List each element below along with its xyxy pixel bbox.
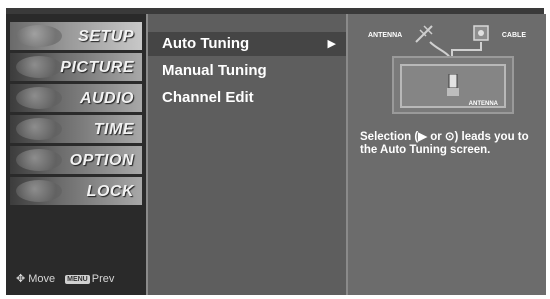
menu-key-badge: MENU <box>65 275 90 284</box>
nav-item-label: SETUP <box>78 28 134 45</box>
submenu-item-manual-tuning[interactable]: Manual Tuning <box>148 59 346 83</box>
tv-connector-box: ANTENNA <box>392 56 514 114</box>
setup-icon <box>16 25 62 47</box>
right-arrow-icon: ▶ <box>327 38 336 50</box>
nav-item-label: LOCK <box>86 183 134 200</box>
move-hint-label: Move <box>28 273 56 285</box>
tv-osd-menu: SETUP PICTURE AUDIO TIME OPTION LOCK ✥ Mo… <box>6 8 546 295</box>
nav-item-setup[interactable]: SETUP <box>10 22 142 50</box>
nav-item-label: PICTURE <box>60 59 134 76</box>
nav-item-label: OPTION <box>69 152 134 169</box>
nav-item-lock[interactable]: LOCK <box>10 177 142 205</box>
info-panel: ANTENNA CABLE ANTENNA Selection (▶ or ⊙)… <box>346 14 546 295</box>
nav-item-option[interactable]: OPTION <box>10 146 142 174</box>
submenu-item-auto-tuning[interactable]: Auto Tuning ▶ <box>148 32 346 56</box>
four-way-arrow-icon: ✥ <box>16 273 26 285</box>
help-text: Selection (▶ or ⊙) leads you to the Auto… <box>360 131 529 156</box>
nav-item-picture[interactable]: PICTURE <box>10 53 142 81</box>
clock-icon <box>16 118 62 140</box>
submenu-item-label: Manual Tuning <box>162 62 267 79</box>
tv-connector-inner: ANTENNA <box>400 64 506 108</box>
nav-item-label: TIME <box>93 121 134 138</box>
nav-footer-hint: ✥ Move MENU Prev <box>16 272 114 285</box>
audio-icon <box>16 87 62 109</box>
nav-item-time[interactable]: TIME <box>10 115 142 143</box>
submenu-item-channel-edit[interactable]: Channel Edit <box>148 86 346 110</box>
submenu-item-label: Auto Tuning <box>162 35 250 52</box>
submenu-item-label: Channel Edit <box>162 89 254 106</box>
setup-submenu: Auto Tuning ▶ Manual Tuning Channel Edit <box>148 14 346 295</box>
antenna-cable-diagram: ANTENNA CABLE ANTENNA <box>360 22 534 118</box>
main-menu-sidebar: SETUP PICTURE AUDIO TIME OPTION LOCK ✥ Mo… <box>6 14 148 295</box>
plug-icon <box>447 74 459 96</box>
prev-hint-label: Prev <box>91 273 115 285</box>
picture-icon <box>16 56 62 78</box>
nav-item-label: AUDIO <box>79 90 134 107</box>
nav-item-audio[interactable]: AUDIO <box>10 84 142 112</box>
tv-antenna-label: ANTENNA <box>468 101 498 107</box>
option-icon <box>16 149 62 171</box>
lock-icon <box>16 180 62 202</box>
